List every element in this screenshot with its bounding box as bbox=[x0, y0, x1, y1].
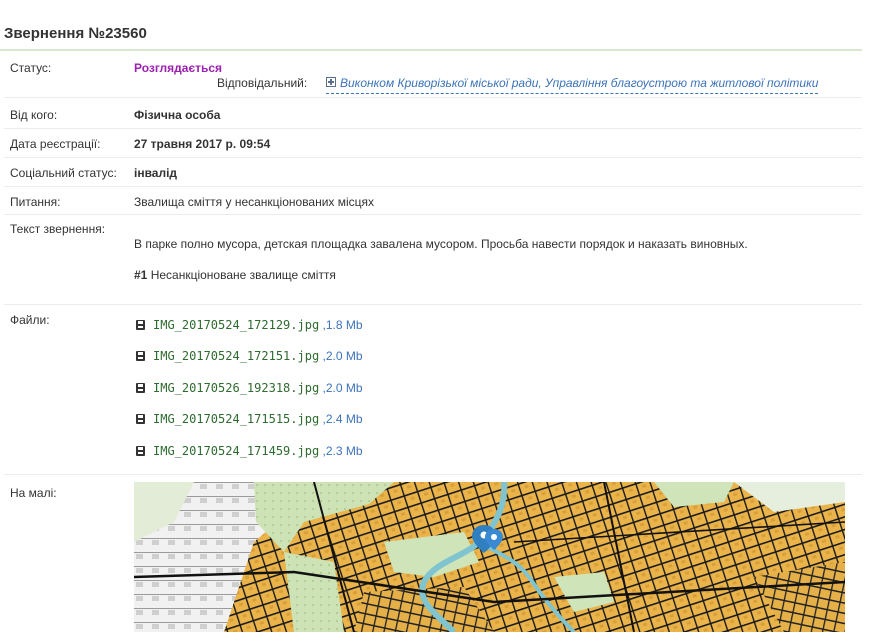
plus-square-icon[interactable] bbox=[326, 77, 336, 87]
page-title: Звернення №23560 bbox=[4, 25, 147, 42]
file-item[interactable]: IMG_20170524_172151.jpg ,2.0 Mb bbox=[136, 349, 363, 363]
files-label: Файли: bbox=[10, 313, 50, 327]
title-divider bbox=[0, 49, 862, 51]
text-label: Текст звернення: bbox=[10, 222, 106, 236]
file-item[interactable]: IMG_20170524_171515.jpg ,2.4 Mb bbox=[136, 412, 363, 426]
file-item[interactable]: IMG_20170524_172129.jpg ,1.8 Mb bbox=[136, 318, 363, 332]
file-item[interactable]: IMG_20170524_171459.jpg ,2.3 Mb bbox=[136, 444, 363, 458]
from-label: Від кого: bbox=[10, 108, 58, 122]
social-status-value: інвалід bbox=[134, 166, 178, 180]
file-size: ,2.3 Mb bbox=[322, 444, 363, 458]
appeal-page: Звернення №23560 Статус: Розглядається В… bbox=[0, 0, 869, 635]
social-status-label: Соціальний статус: bbox=[10, 166, 117, 180]
topic-label: Питання: bbox=[10, 195, 61, 209]
map-canvas[interactable] bbox=[134, 482, 845, 632]
topic-value: Звалища сміття у несанкціонованих місцях bbox=[134, 195, 375, 209]
reg-date-row: Дата реєстрації: 27 травня 2017 р. 09:54 bbox=[4, 129, 862, 158]
reg-date-value: 27 травня 2017 р. 09:54 bbox=[134, 137, 271, 151]
files-row: Файли: bbox=[4, 305, 862, 475]
file-name[interactable]: IMG_20170524_171515.jpg bbox=[153, 412, 319, 426]
file-size: ,2.0 Mb bbox=[322, 381, 363, 395]
category-number: #1 bbox=[134, 268, 148, 282]
file-item[interactable]: IMG_20170526_192318.jpg ,2.0 Mb bbox=[136, 381, 363, 395]
category-value: Несанкціоноване звалище сміття bbox=[150, 268, 336, 282]
status-row: Статус: Розглядається Відповідальний: Ви… bbox=[4, 52, 862, 98]
location-map[interactable] bbox=[134, 482, 845, 632]
social-status-row: Соціальний статус: інвалід bbox=[4, 158, 862, 187]
file-name[interactable]: IMG_20170524_172129.jpg bbox=[153, 318, 319, 332]
status-label: Статус: bbox=[10, 61, 52, 75]
text-row: Текст звернення: В парке полно мусора, д… bbox=[4, 215, 862, 305]
from-row: Від кого: Фізична особа bbox=[4, 98, 862, 129]
file-name[interactable]: IMG_20170524_171459.jpg bbox=[153, 444, 319, 458]
from-value: Фізична особа bbox=[134, 108, 221, 122]
text-body: В парке полно мусора, детская площадка з… bbox=[134, 237, 748, 251]
file-size: ,2.0 Mb bbox=[322, 349, 363, 363]
save-icon bbox=[136, 320, 145, 330]
file-name[interactable]: IMG_20170524_172151.jpg bbox=[153, 349, 319, 363]
save-icon bbox=[136, 446, 145, 456]
save-icon bbox=[136, 414, 145, 424]
responsible-value[interactable]: Виконком Криворізької міської ради, Упра… bbox=[340, 76, 818, 90]
responsible-link[interactable]: Виконком Криворізької міської ради, Упра… bbox=[326, 76, 819, 94]
save-icon bbox=[136, 351, 145, 361]
category-line: #1 Несанкціоноване звалище сміття bbox=[134, 268, 336, 282]
map-label: На малі: bbox=[10, 486, 57, 500]
file-name[interactable]: IMG_20170526_192318.jpg bbox=[153, 381, 319, 395]
responsible-label: Відповідальний: bbox=[217, 76, 308, 90]
file-size: ,1.8 Mb bbox=[322, 318, 363, 332]
file-size: ,2.4 Mb bbox=[322, 412, 363, 426]
save-icon bbox=[136, 383, 145, 393]
reg-date-label: Дата реєстрації: bbox=[10, 137, 101, 151]
topic-row: Питання: Звалища сміття у несанкціонован… bbox=[4, 187, 862, 215]
status-badge: Розглядається bbox=[134, 61, 223, 75]
